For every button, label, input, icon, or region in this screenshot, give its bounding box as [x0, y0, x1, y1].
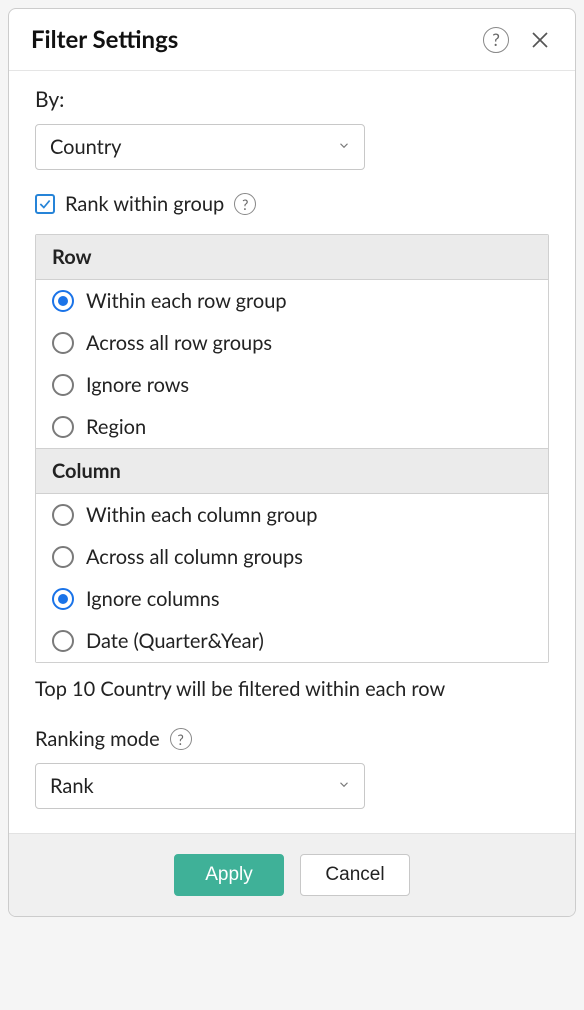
row-group-header: Row — [36, 235, 548, 280]
radio-label: Ignore rows — [86, 373, 189, 397]
radio-region[interactable]: Region — [36, 406, 548, 448]
radio-across-all-column-groups[interactable]: Across all column groups — [36, 536, 548, 578]
radio-label: Date (Quarter&Year) — [86, 629, 264, 653]
radio-icon — [52, 416, 74, 438]
radio-icon — [52, 374, 74, 396]
radio-ignore-rows[interactable]: Ignore rows — [36, 364, 548, 406]
group-box: Row Within each row group Across all row… — [35, 234, 549, 663]
dialog-footer: Apply Cancel — [9, 833, 575, 916]
dialog-title: Filter Settings — [31, 25, 178, 54]
filter-settings-dialog: Filter Settings ? By: Country Rank with — [8, 8, 576, 917]
radio-label: Across all row groups — [86, 331, 272, 355]
radio-across-all-row-groups[interactable]: Across all row groups — [36, 322, 548, 364]
dialog-body: By: Country Rank within group ? Row With… — [9, 71, 575, 833]
radio-ignore-columns[interactable]: Ignore columns — [36, 578, 548, 620]
radio-icon — [52, 290, 74, 312]
radio-label: Region — [86, 415, 146, 439]
radio-icon — [52, 504, 74, 526]
radio-label: Ignore columns — [86, 587, 220, 611]
rank-within-group-row: Rank within group ? — [35, 192, 549, 216]
ranking-mode-select[interactable]: Rank — [35, 763, 365, 809]
by-select-wrap: Country — [35, 124, 365, 170]
radio-within-each-row-group[interactable]: Within each row group — [36, 280, 548, 322]
radio-within-each-column-group[interactable]: Within each column group — [36, 494, 548, 536]
radio-label: Within each row group — [86, 289, 287, 313]
by-select[interactable]: Country — [35, 124, 365, 170]
filter-summary: Top 10 Country will be filtered within e… — [35, 677, 549, 701]
ranking-mode-label: Ranking mode — [35, 727, 160, 751]
row-radio-list: Within each row group Across all row gro… — [36, 280, 548, 448]
column-group-header: Column — [36, 448, 548, 494]
header-icons: ? — [483, 27, 553, 53]
help-icon[interactable]: ? — [234, 193, 256, 215]
radio-date-quarter-year[interactable]: Date (Quarter&Year) — [36, 620, 548, 662]
close-icon[interactable] — [527, 27, 553, 53]
help-icon[interactable]: ? — [483, 27, 509, 53]
radio-label: Across all column groups — [86, 545, 303, 569]
column-radio-list: Within each column group Across all colu… — [36, 494, 548, 662]
cancel-button[interactable]: Cancel — [300, 854, 410, 896]
help-icon[interactable]: ? — [170, 728, 192, 750]
radio-icon — [52, 630, 74, 652]
rank-within-group-label: Rank within group — [65, 192, 224, 216]
ranking-mode-label-row: Ranking mode ? — [35, 727, 549, 751]
ranking-mode-value: Rank — [50, 774, 94, 798]
by-label: By: — [35, 87, 549, 112]
dialog-header: Filter Settings ? — [9, 9, 575, 71]
apply-button[interactable]: Apply — [174, 854, 284, 896]
radio-icon — [52, 546, 74, 568]
radio-icon — [52, 588, 74, 610]
ranking-mode-select-wrap: Rank — [35, 763, 365, 809]
by-select-value: Country — [50, 135, 121, 159]
radio-icon — [52, 332, 74, 354]
rank-within-group-checkbox[interactable] — [35, 194, 55, 214]
radio-label: Within each column group — [86, 503, 317, 527]
